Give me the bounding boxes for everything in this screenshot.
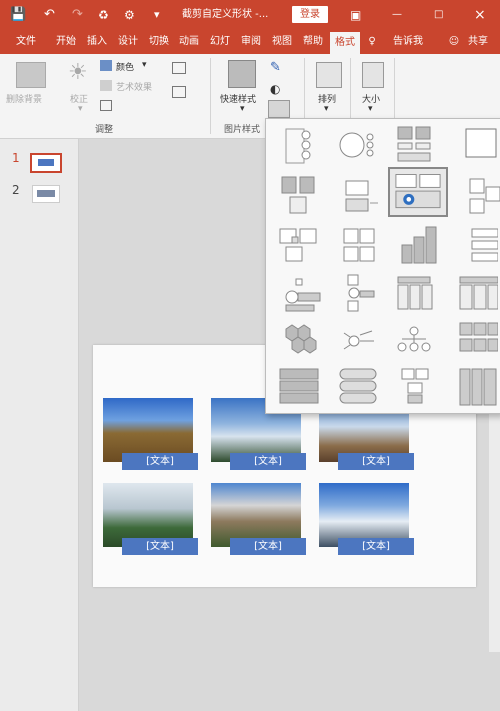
layout-option[interactable]: [388, 223, 440, 267]
tab-help[interactable]: 帮助: [299, 30, 327, 54]
layout-option[interactable]: [272, 365, 324, 409]
picture-styles-group-label: 图片样式: [224, 125, 261, 135]
slide-thumbnails-pane: 1 2: [0, 139, 79, 711]
thumbnail-content: [38, 159, 54, 166]
title-bar: 💾 ↶ ↷ ♻ ⚙ ▾ 截剪自定义形状 -... 登录 ▣ — □ ×: [0, 0, 500, 30]
tab-animations[interactable]: 动画: [175, 30, 203, 54]
compress-icon[interactable]: [100, 100, 112, 111]
layout-option[interactable]: [446, 223, 499, 267]
layout-option[interactable]: [330, 123, 382, 167]
tab-file[interactable]: 文件: [12, 30, 40, 54]
tab-design[interactable]: 设计: [114, 30, 142, 54]
format-painter-icon[interactable]: ♻: [98, 0, 109, 30]
slide-thumbnail[interactable]: [30, 153, 62, 173]
layout-option[interactable]: [330, 365, 382, 409]
more-icon[interactable]: ▾: [154, 0, 160, 30]
slide-thumbnail[interactable]: [32, 185, 60, 203]
picture-caption[interactable]: [文本]: [230, 453, 306, 470]
redo-icon[interactable]: ↷: [72, 0, 83, 30]
color-dropdown-icon[interactable]: ▾: [142, 60, 147, 70]
tab-slideshow[interactable]: 幻灯: [206, 30, 234, 54]
user-icon: ☺: [448, 36, 460, 47]
picture-caption[interactable]: [文本]: [338, 538, 414, 555]
tab-insert[interactable]: 插入: [84, 30, 110, 54]
tab-transitions[interactable]: 切换: [145, 30, 173, 54]
slide-number: 1: [12, 151, 20, 165]
arrange-icon[interactable]: [316, 62, 342, 88]
tab-review[interactable]: 审阅: [237, 30, 265, 54]
picture-caption[interactable]: [文本]: [122, 453, 198, 470]
customize-icon[interactable]: ⚙: [124, 0, 135, 30]
ribbon-separator: [210, 58, 211, 134]
picture-caption[interactable]: [文本]: [230, 538, 306, 555]
picture-caption[interactable]: [文本]: [122, 538, 198, 555]
layout-option[interactable]: [446, 365, 498, 409]
layout-option[interactable]: [446, 271, 499, 315]
artistic-effects-icon[interactable]: [100, 80, 112, 91]
picture-layout-gallery: [265, 118, 500, 414]
color-icon[interactable]: [100, 60, 112, 71]
thumbnail-content: [37, 190, 55, 197]
tab-format[interactable]: 格式: [330, 32, 360, 54]
layout-option[interactable]: [388, 365, 440, 409]
remove-background-icon[interactable]: [16, 62, 46, 88]
change-picture-icon[interactable]: [172, 62, 186, 74]
ribbon-tabs: 文件 开始 插入 设计 切换 动画 幻灯 审阅 视图 帮助 格式 ♀ 告诉我 ☺…: [0, 30, 500, 54]
sun-icon[interactable]: ☀: [68, 60, 88, 85]
picture-border-icon[interactable]: ✎: [270, 60, 281, 75]
tab-tell-me[interactable]: 告诉我: [388, 30, 428, 54]
maximize-button[interactable]: □: [434, 0, 443, 30]
undo-icon[interactable]: ↶: [44, 0, 55, 30]
tab-home[interactable]: 开始: [52, 30, 80, 54]
lightbulb-icon[interactable]: ♀: [365, 30, 379, 54]
size-icon[interactable]: [362, 62, 384, 88]
layout-option[interactable]: [272, 123, 324, 167]
layout-option[interactable]: [330, 271, 382, 315]
minimize-button[interactable]: —: [392, 0, 402, 30]
layout-option[interactable]: [446, 123, 498, 167]
quick-styles-icon[interactable]: [228, 60, 256, 88]
quick-styles-dropdown-icon[interactable]: ▾: [240, 104, 245, 114]
login-button[interactable]: 登录: [292, 6, 328, 23]
layout-option[interactable]: [388, 319, 440, 363]
layout-option[interactable]: [272, 319, 324, 363]
layout-option[interactable]: [272, 173, 324, 217]
tab-view[interactable]: 视图: [268, 30, 296, 54]
picture-caption[interactable]: [文本]: [338, 453, 414, 470]
layout-option[interactable]: [456, 173, 500, 217]
arrange-dropdown-icon[interactable]: ▾: [324, 104, 329, 114]
adjust-group-label: 调整: [95, 125, 114, 135]
picture-effects-icon[interactable]: ◐: [270, 82, 280, 96]
ribbon-display-icon[interactable]: ▣: [350, 0, 361, 30]
color-button[interactable]: 颜色: [116, 60, 134, 73]
layout-option[interactable]: [446, 319, 499, 363]
layout-option[interactable]: [388, 123, 440, 167]
corrections-dropdown-icon[interactable]: ▾: [78, 104, 83, 114]
slide-number: 2: [12, 183, 20, 197]
layout-option-selected[interactable]: [388, 167, 448, 217]
vertical-scrollbar[interactable]: [489, 412, 500, 652]
artistic-effects-button[interactable]: 艺术效果: [116, 80, 152, 93]
layout-option[interactable]: [272, 271, 324, 315]
layout-option[interactable]: [330, 173, 382, 217]
layout-option[interactable]: [330, 223, 382, 267]
layout-option[interactable]: [330, 319, 382, 363]
save-icon[interactable]: 💾: [10, 0, 26, 30]
quick-styles-button[interactable]: 快速样式: [220, 92, 256, 105]
size-dropdown-icon[interactable]: ▾: [368, 104, 373, 114]
remove-background-button[interactable]: 删除背景: [6, 92, 42, 105]
document-title: 截剪自定义形状 -...: [182, 9, 269, 20]
close-button[interactable]: ×: [474, 0, 486, 30]
layout-option[interactable]: [388, 271, 440, 315]
share-button[interactable]: 共享: [462, 30, 494, 54]
reset-picture-icon[interactable]: [172, 86, 186, 98]
layout-option[interactable]: [272, 223, 324, 267]
picture-layout-icon[interactable]: [268, 100, 290, 118]
